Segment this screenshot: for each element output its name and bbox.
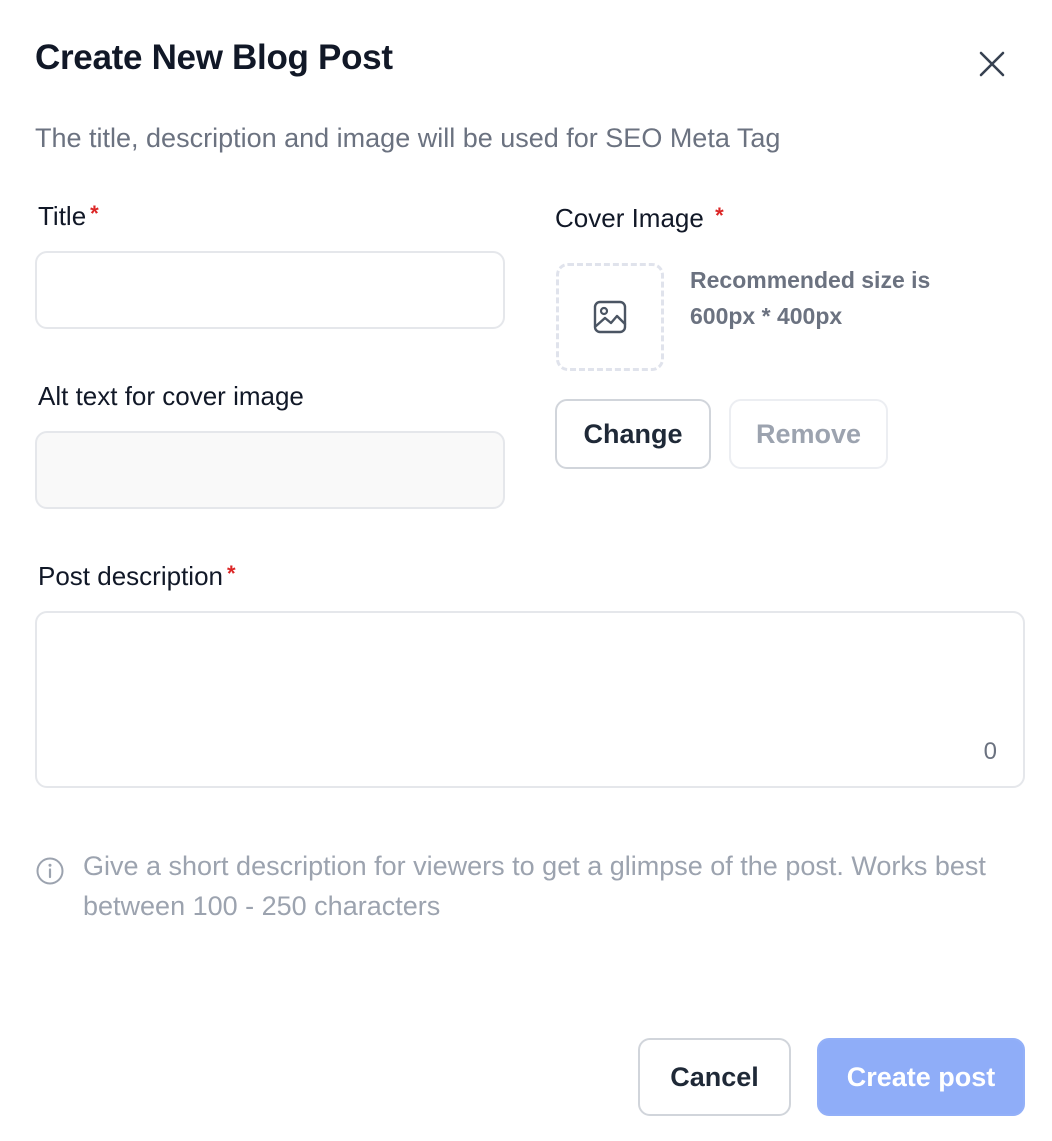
create-post-dialog: Create New Blog Post The title, descript… bbox=[0, 0, 1052, 1141]
info-icon bbox=[36, 857, 64, 885]
remove-image-button[interactable]: Remove bbox=[729, 399, 888, 469]
image-icon bbox=[593, 300, 627, 334]
required-marker: * bbox=[90, 201, 99, 226]
description-textarea[interactable] bbox=[37, 613, 1023, 786]
dialog-title: Create New Blog Post bbox=[35, 38, 393, 77]
alt-text-label: Alt text for cover image bbox=[38, 381, 304, 411]
cancel-button[interactable]: Cancel bbox=[638, 1038, 791, 1116]
character-count: 0 bbox=[983, 738, 997, 765]
description-label: Post description * bbox=[38, 561, 236, 591]
alt-text-input[interactable] bbox=[35, 431, 505, 509]
info-text: Give a short description for viewers to … bbox=[83, 851, 986, 921]
dialog-subtitle: The title, description and image will be… bbox=[35, 123, 781, 153]
cover-image-hint: Recommended size is 600px * 400px bbox=[690, 267, 931, 329]
required-marker: * bbox=[226, 561, 236, 586]
cover-image-label: Cover Image * bbox=[555, 203, 724, 233]
cover-image-dropzone[interactable] bbox=[556, 263, 664, 371]
description-field: 0 bbox=[35, 611, 1025, 788]
create-post-button[interactable]: Create post bbox=[817, 1038, 1025, 1116]
close-icon bbox=[979, 51, 1005, 77]
title-input[interactable] bbox=[35, 251, 505, 329]
close-button[interactable] bbox=[968, 40, 1016, 88]
change-image-button[interactable]: Change bbox=[555, 399, 711, 469]
title-label: Title * bbox=[38, 201, 99, 231]
required-marker: * bbox=[715, 203, 724, 228]
